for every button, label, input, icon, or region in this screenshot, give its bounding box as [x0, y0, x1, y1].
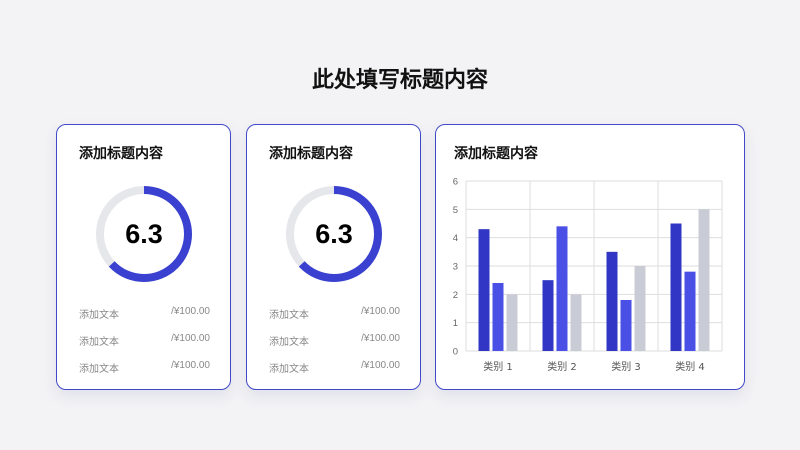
- page-title: 此处填写标题内容: [311, 68, 488, 93]
- bar-chart: 0 1 2 3 4 5 6 类别 1 类别 2 类别 3 类别 4: [453, 177, 723, 373]
- list-item: 添加文本 /¥100.00: [79, 360, 210, 376]
- y-tick-label: 2: [453, 290, 458, 301]
- list-item-label: 添加文本: [269, 310, 309, 321]
- list-item: 添加文本 /¥100.00: [269, 306, 400, 322]
- list-item-amount: /¥100.00: [171, 333, 210, 344]
- bar: [684, 271, 696, 351]
- y-tick-label: 1: [453, 318, 458, 329]
- progress-ring: 6.3: [94, 184, 194, 284]
- bar: [492, 283, 504, 351]
- y-tick-label: 4: [453, 233, 458, 244]
- x-tick-label: 类别 3: [611, 360, 641, 373]
- y-tick-label: 5: [453, 205, 458, 216]
- card-title: 添加标题内容: [269, 146, 353, 162]
- list-item-amount: /¥100.00: [361, 333, 400, 344]
- bar: [634, 266, 646, 351]
- list-item: 添加文本 /¥100.00: [269, 360, 400, 376]
- bar: [606, 251, 618, 351]
- x-tick-label: 类别 1: [483, 360, 513, 373]
- y-tick-label: 6: [453, 177, 458, 188]
- ring-value: 6.3: [125, 218, 163, 249]
- bar: [542, 280, 554, 351]
- y-tick-label: 0: [453, 347, 458, 358]
- y-tick-label: 3: [453, 262, 458, 273]
- chart-card: 添加标题内容 0 1 2 3 4 5 6 类别 1 类别 2 类别 3 类别 4: [435, 124, 745, 390]
- bar: [556, 226, 568, 351]
- list-item-label: 添加文本: [79, 337, 119, 348]
- ring-value: 6.3: [315, 218, 353, 249]
- list-item-label: 添加文本: [269, 337, 309, 348]
- stat-card-1: 添加标题内容 6.3 添加文本 /¥100.00 添加文本 /¥100.00 添…: [56, 124, 231, 390]
- list-item: 添加文本 /¥100.00: [269, 333, 400, 349]
- list-item-amount: /¥100.00: [171, 360, 210, 371]
- bar: [670, 223, 682, 351]
- list-item-label: 添加文本: [79, 310, 119, 321]
- list-item-amount: /¥100.00: [171, 306, 210, 317]
- bar: [478, 229, 490, 351]
- bar: [570, 294, 582, 351]
- list-item-amount: /¥100.00: [361, 360, 400, 371]
- list-item-label: 添加文本: [269, 364, 309, 375]
- x-tick-label: 类别 4: [675, 360, 705, 373]
- progress-ring: 6.3: [284, 184, 384, 284]
- x-tick-label: 类别 2: [547, 360, 577, 373]
- card-title: 添加标题内容: [79, 146, 163, 162]
- bar: [620, 300, 632, 351]
- bar: [506, 294, 518, 351]
- bar: [698, 209, 710, 351]
- list-item: 添加文本 /¥100.00: [79, 333, 210, 349]
- stat-card-2: 添加标题内容 6.3 添加文本 /¥100.00 添加文本 /¥100.00 添…: [246, 124, 421, 390]
- list-item: 添加文本 /¥100.00: [79, 306, 210, 322]
- list-item-amount: /¥100.00: [361, 306, 400, 317]
- list-item-label: 添加文本: [79, 364, 119, 375]
